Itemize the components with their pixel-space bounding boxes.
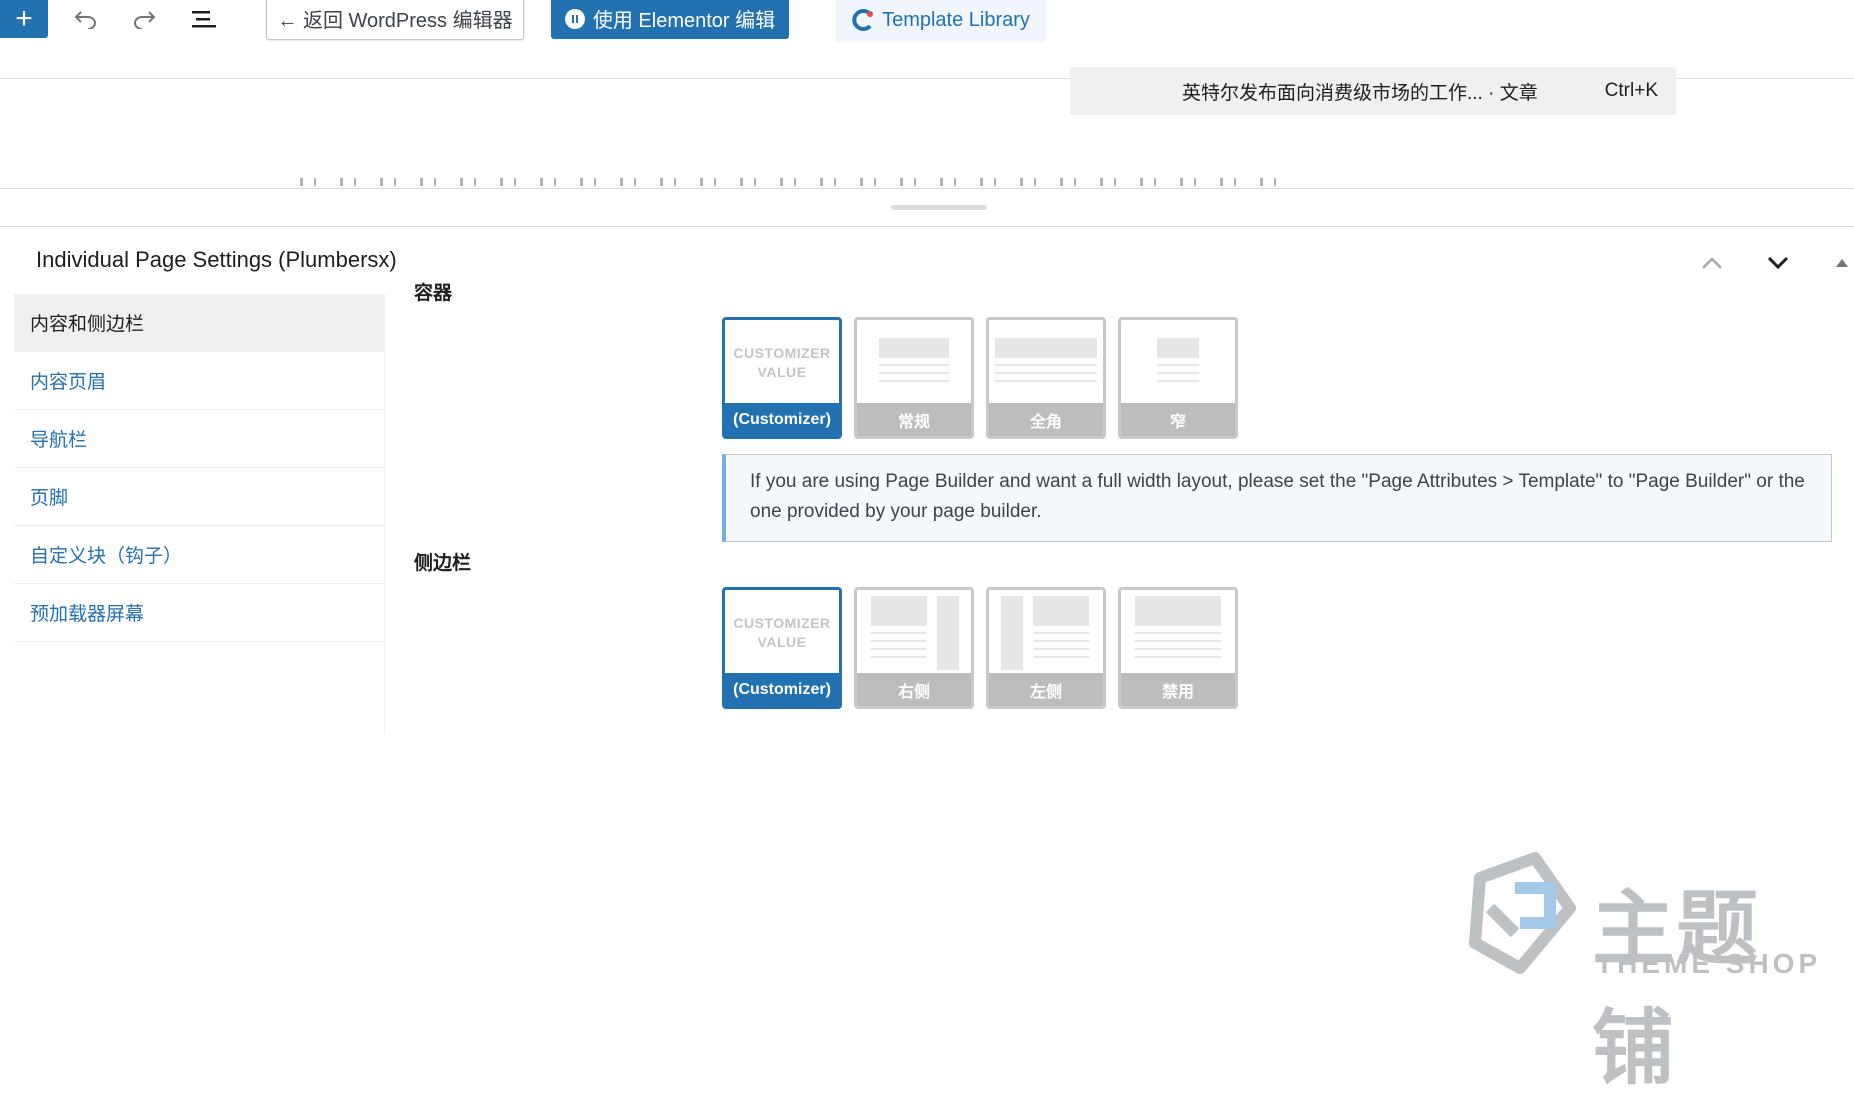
option-caption: 常规 xyxy=(857,403,971,436)
theme-shop-watermark: 主题铺 THEME SHOP xyxy=(1460,848,1840,1096)
left-sidebar-preview xyxy=(989,590,1103,676)
option-caption: 全角 xyxy=(989,403,1103,436)
watermark-cn-text: 主题铺 xyxy=(1592,882,1761,1096)
page-builder-notice: If you are using Page Builder and want a… xyxy=(722,454,1832,542)
no-sidebar-preview xyxy=(1121,590,1235,676)
container-option-narrow[interactable]: 窄 xyxy=(1118,317,1238,439)
option-caption: 右侧 xyxy=(857,673,971,706)
clipped-content-text xyxy=(300,178,1300,186)
edit-with-elementor-label: 使用 Elementor 编辑 xyxy=(592,10,776,32)
tab-content-sidebar[interactable]: 内容和侧边栏 xyxy=(14,294,385,352)
canvas-divider xyxy=(0,188,1854,189)
customizer-value-text: CUSTOMIZER VALUE xyxy=(733,615,831,650)
collapse-toggle-icon[interactable] xyxy=(1830,245,1854,281)
container-option-full-width[interactable]: 全角 xyxy=(986,317,1106,439)
add-block-button[interactable]: + xyxy=(0,0,48,38)
right-sidebar-preview xyxy=(857,590,971,676)
back-to-wordpress-editor-button[interactable]: ← 返回 WordPress 编辑器 xyxy=(266,0,524,40)
container-option-customizer[interactable]: CUSTOMIZER VALUE (Customizer) xyxy=(722,317,842,439)
sidebar-option-left[interactable]: 左侧 xyxy=(986,587,1106,709)
customizer-value-text: CUSTOMIZER VALUE xyxy=(733,345,831,380)
sidebar-option-disabled[interactable]: 禁用 xyxy=(1118,587,1238,709)
keyboard-shortcut: Ctrl+K xyxy=(1604,80,1658,101)
option-caption: (Customizer) xyxy=(725,403,839,436)
sidebar-option-customizer[interactable]: CUSTOMIZER VALUE (Customizer) xyxy=(722,587,842,709)
tab-navbar[interactable]: 导航栏 xyxy=(14,410,385,468)
move-up-icon[interactable] xyxy=(1694,245,1730,281)
sidebar-option-right[interactable]: 右侧 xyxy=(854,587,974,709)
option-caption: 窄 xyxy=(1121,403,1235,436)
template-library-label: Template Library xyxy=(882,8,1030,31)
container-label: 容器 xyxy=(414,283,453,304)
tab-preloader[interactable]: 预加载器屏幕 xyxy=(14,584,385,642)
document-title: 英特尔发布面向消费级市场的工作... · 文章 xyxy=(1182,82,1538,104)
tab-footer[interactable]: 页脚 xyxy=(14,468,385,526)
redo-icon[interactable] xyxy=(124,2,164,36)
tab-custom-blocks[interactable]: 自定义块（钩子） xyxy=(14,526,385,584)
full-width-layout-preview xyxy=(989,320,1103,406)
normal-layout-preview xyxy=(857,320,971,406)
sidebar-label: 侧边栏 xyxy=(414,553,472,574)
template-library-icon xyxy=(852,9,874,31)
option-caption: (Customizer) xyxy=(725,673,839,706)
option-caption: 左侧 xyxy=(989,673,1103,706)
editor-toolbar: + ← 返回 WordPress 编辑器 使用 Elementor 编辑 Tem… xyxy=(0,0,1854,115)
move-down-icon[interactable] xyxy=(1760,245,1796,281)
option-caption: 禁用 xyxy=(1121,673,1235,706)
undo-icon[interactable] xyxy=(66,2,106,36)
theme-shop-logo-icon xyxy=(1469,852,1576,974)
template-library-button[interactable]: Template Library xyxy=(836,0,1046,42)
resize-handle[interactable] xyxy=(891,205,987,210)
watermark-en-text: THEME SHOP xyxy=(1596,948,1822,979)
tab-content-header[interactable]: 内容页眉 xyxy=(14,352,385,410)
settings-tabs: 内容和侧边栏 内容页眉 导航栏 页脚 自定义块（钩子） 预加载器屏幕 xyxy=(14,294,385,642)
container-option-normal[interactable]: 常规 xyxy=(854,317,974,439)
tabs-divider xyxy=(384,294,385,734)
panel-title: Individual Page Settings (Plumbersx) xyxy=(36,247,397,272)
narrow-layout-preview xyxy=(1121,320,1235,406)
elementor-icon xyxy=(564,8,585,29)
command-palette-bar[interactable]: 英特尔发布面向消费级市场的工作... · 文章 Ctrl+K xyxy=(1070,67,1676,115)
document-overview-icon[interactable] xyxy=(184,2,224,36)
edit-with-elementor-button[interactable]: 使用 Elementor 编辑 xyxy=(551,0,789,39)
